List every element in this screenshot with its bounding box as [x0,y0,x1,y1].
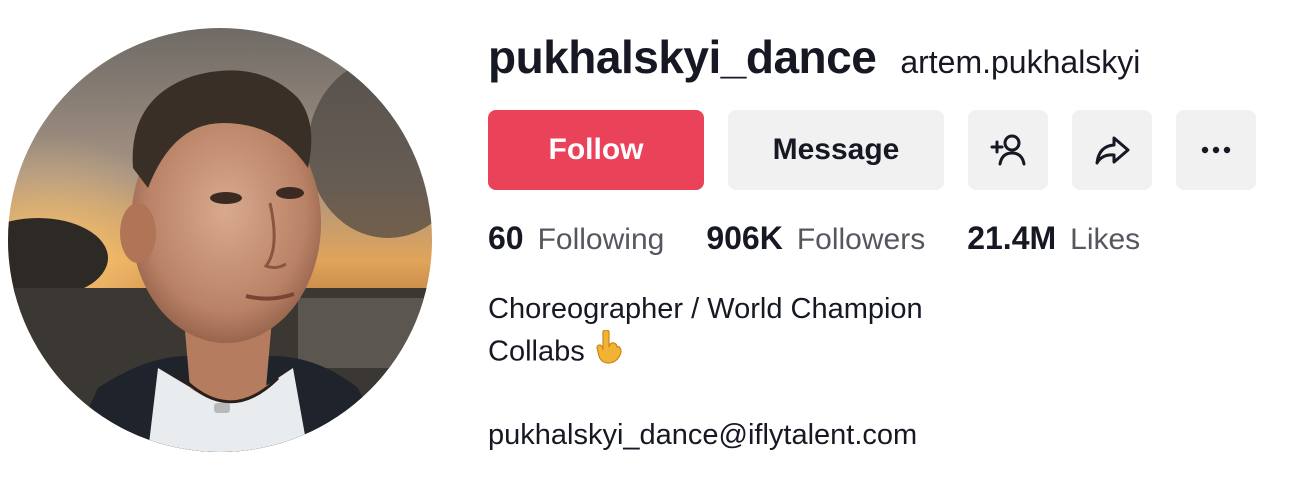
likes-count: 21.4M [967,220,1057,256]
bio-email[interactable]: pukhalskyi_dance@iflytalent.com [488,414,923,456]
share-button[interactable] [1072,110,1152,190]
nickname: artem.pukhalskyi [900,44,1141,80]
add-friend-icon [990,134,1026,166]
follow-button[interactable]: Follow [488,110,704,190]
profile-avatar[interactable] [8,28,432,452]
more-button[interactable] [1176,110,1256,190]
profile-actions: Follow Message [488,110,1256,190]
likes-label: Likes [1070,223,1141,256]
stat-followers[interactable]: 906K Followers [706,220,925,257]
profile-title-row: pukhalskyi_dance artem.pukhalskyi [488,30,1268,92]
bio-line-1: Choreographer / World Champion [488,293,923,325]
username: pukhalskyi_dance [488,31,877,83]
add-friend-button[interactable] [968,110,1048,190]
stat-likes: 21.4M Likes [967,220,1140,257]
stat-following[interactable]: 60 Following [488,220,664,257]
followers-count: 906K [706,220,783,256]
bio-line-2: Collabs [488,329,923,372]
profile-stats: 60 Following 906K Followers 21.4M Likes [488,220,1182,257]
following-label: Following [537,223,665,256]
profile-info: pukhalskyi_dance artem.pukhalskyi Follow… [488,30,1268,451]
message-button[interactable]: Message [728,110,944,190]
more-icon [1201,146,1231,154]
profile-bio: Choreographer / World Champion Collabs p… [488,288,923,456]
bio-line-2-text: Collabs [488,335,585,368]
pointing-down-emoji-icon [595,329,623,376]
followers-label: Followers [796,223,926,256]
avatar-photo [8,28,432,452]
bio-spacer [488,372,923,414]
share-icon [1095,136,1130,165]
following-count: 60 [488,220,524,256]
